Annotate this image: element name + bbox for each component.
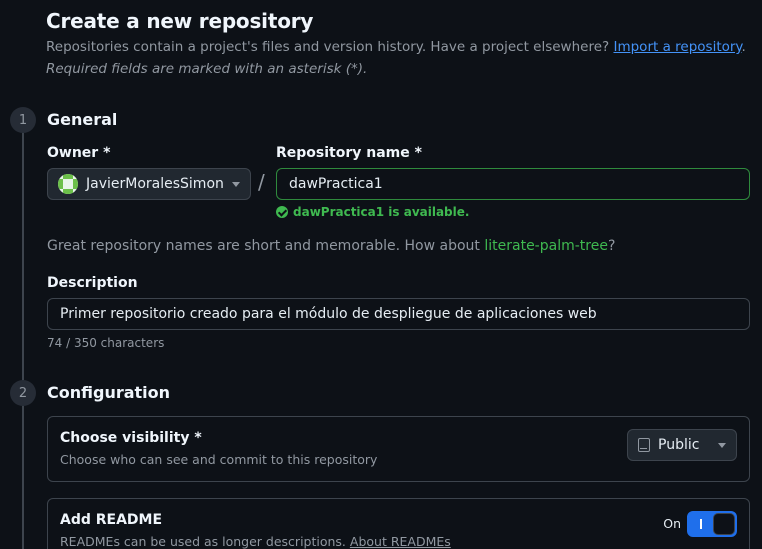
toggle-knob — [713, 513, 735, 535]
readme-card: Add README READMEs can be used as longer… — [47, 498, 750, 549]
readme-desc-text: READMEs can be used as longer descriptio… — [60, 534, 346, 549]
chevron-down-icon — [232, 181, 240, 187]
repository-name-input[interactable] — [276, 168, 750, 200]
create-repository-page: Create a new repository Repositories con… — [0, 0, 762, 549]
owner-name: JavierMoralesSimon — [86, 176, 224, 192]
visibility-value: Public — [658, 437, 700, 453]
suggested-name-link[interactable]: literate-palm-tree — [484, 238, 608, 254]
visibility-select[interactable]: Public — [627, 429, 737, 461]
subtitle-text: Repositories contain a project's files a… — [46, 39, 610, 55]
owner-select[interactable]: JavierMoralesSimon — [47, 168, 251, 200]
page-title: Create a new repository — [46, 9, 314, 33]
section-heading-general: General — [47, 110, 118, 129]
subtitle-end: . — [741, 39, 746, 55]
required-fields-note: Required fields are marked with an aster… — [46, 61, 368, 77]
visibility-card: Choose visibility * Choose who can see a… — [47, 416, 750, 482]
repository-name-label: Repository name * — [276, 145, 422, 161]
toggle-on-indicator — [700, 519, 702, 529]
check-circle-icon — [276, 206, 288, 218]
visibility-title: Choose visibility * — [60, 430, 202, 446]
availability-text: dawPractica1 is available. — [293, 205, 470, 219]
import-repository-link[interactable]: Import a repository — [613, 39, 741, 55]
readme-toggle-label: On — [663, 516, 681, 531]
suggestion-text: Great repository names are short and mem… — [47, 238, 480, 254]
suggestion-end: ? — [607, 238, 616, 254]
availability-message: dawPractica1 is available. — [276, 205, 469, 219]
owner-repo-separator: / — [258, 170, 265, 194]
description-char-count: 74 / 350 characters — [47, 336, 165, 350]
repo-icon — [638, 438, 650, 452]
page-subtitle: Repositories contain a project's files a… — [46, 39, 746, 55]
chevron-down-icon — [718, 442, 726, 448]
section-heading-configuration: Configuration — [47, 383, 171, 402]
about-readmes-link[interactable]: About READMEs — [350, 534, 451, 549]
readme-title: Add README — [60, 512, 163, 528]
step-number-1: 1 — [10, 107, 36, 133]
description-label: Description — [47, 275, 138, 291]
avatar — [58, 174, 78, 194]
owner-label: Owner * — [47, 145, 111, 161]
readme-description: READMEs can be used as longer descriptio… — [60, 534, 451, 549]
visibility-description: Choose who can see and commit to this re… — [60, 452, 378, 467]
steps-timeline — [22, 118, 24, 549]
step-number-2: 2 — [10, 380, 36, 406]
name-suggestion: Great repository names are short and mem… — [47, 238, 615, 254]
description-input[interactable] — [47, 298, 750, 330]
readme-toggle[interactable] — [687, 511, 737, 537]
